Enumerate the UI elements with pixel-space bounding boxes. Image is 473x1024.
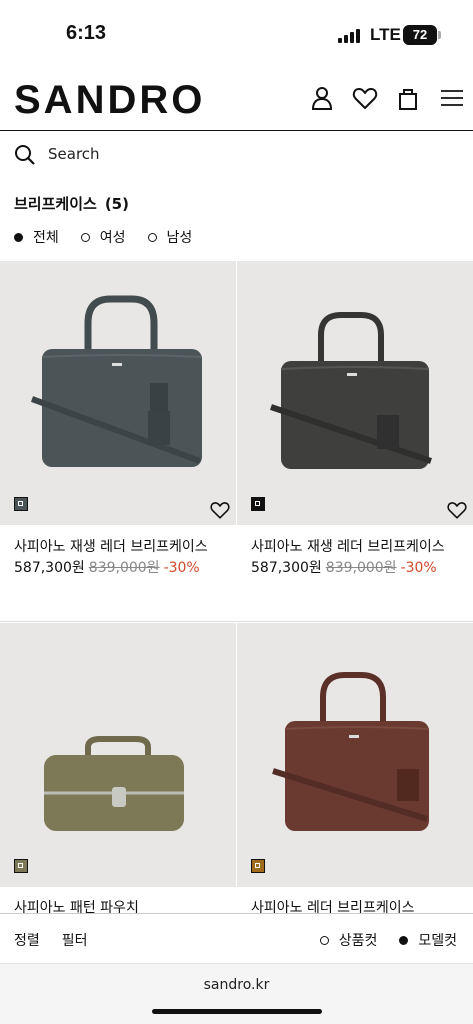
site-header: SANDRO [0,70,473,131]
search-icon[interactable] [14,144,36,166]
account-icon[interactable] [308,84,336,112]
view-toggle: 상품컷 모델컷 [298,930,457,950]
product-name[interactable]: 사피아노 재생 레더 브리프케이스 [14,536,208,556]
filter-label: 남성 [166,230,193,246]
search-bar[interactable]: Search [0,132,473,180]
view-label: 상품컷 [338,933,378,949]
color-swatch[interactable] [251,859,265,873]
radio-selected-icon [399,935,409,945]
filter-button[interactable]: 필터 [62,933,88,949]
original-price: 839,000원 [88,560,160,576]
radio-icon [80,232,90,242]
shopping-bag-icon[interactable] [394,84,422,112]
signal-icon [338,27,362,43]
radio-icon [319,935,329,945]
search-input[interactable]: Search [48,145,100,163]
sort-button[interactable]: 정렬 [14,933,40,949]
wishlist-heart-icon[interactable] [445,499,469,521]
color-swatch[interactable] [14,497,28,511]
filter-all[interactable]: 전체 [14,227,59,247]
product-image[interactable] [0,261,236,525]
network-label: LTE [370,25,401,44]
sort-filter-bar: 정렬 필터 상품컷 모델컷 [0,913,473,963]
radio-icon [147,232,157,242]
browser-url-bar: sandro.kr [0,963,473,1024]
filter-label: 여성 [99,230,126,246]
color-swatch[interactable] [251,497,265,511]
view-model-option[interactable]: 모델컷 [399,930,457,950]
filter-label: 전체 [33,230,59,246]
menu-hamburger-icon[interactable] [438,84,466,112]
sort-filter-group: 정렬 필터 [14,930,110,950]
view-product-option[interactable]: 상품컷 [319,930,378,950]
status-bar: 6:13 LTE 72 [0,0,473,70]
home-indicator[interactable] [152,1009,322,1014]
wishlist-heart-icon[interactable] [208,499,232,521]
row-divider [0,621,473,622]
original-price: 839,000원 [325,560,397,576]
product-price-row: 587,300원 839,000원 -30% [14,557,200,577]
product-image[interactable] [237,261,473,525]
discount-badge: -30% [400,560,437,576]
sandro-logo[interactable]: SANDRO [14,78,205,123]
product-image[interactable] [237,623,473,887]
product-name[interactable]: 사피아노 재생 레더 브리프케이스 [251,536,445,556]
sale-price: 587,300원 [14,560,85,576]
gender-filters: 전체 여성 남성 [14,227,214,247]
url-text[interactable]: sandro.kr [0,977,473,993]
category-name: 브리프케이스 [14,195,97,213]
discount-badge: -30% [163,560,200,576]
color-swatch[interactable] [14,859,28,873]
radio-selected-icon [14,232,23,242]
sale-price: 587,300원 [251,560,322,576]
product-image[interactable] [0,623,236,887]
category-title: 브리프케이스 (5) [14,193,129,214]
filter-men[interactable]: 남성 [147,227,193,247]
wishlist-heart-icon[interactable] [351,84,379,112]
category-count: (5) [104,195,129,213]
battery-icon: 72 [403,25,441,45]
status-time: 6:13 [66,22,107,44]
view-label: 모델컷 [418,933,457,949]
product-price-row: 587,300원 839,000원 -30% [251,557,437,577]
filter-women[interactable]: 여성 [80,227,126,247]
